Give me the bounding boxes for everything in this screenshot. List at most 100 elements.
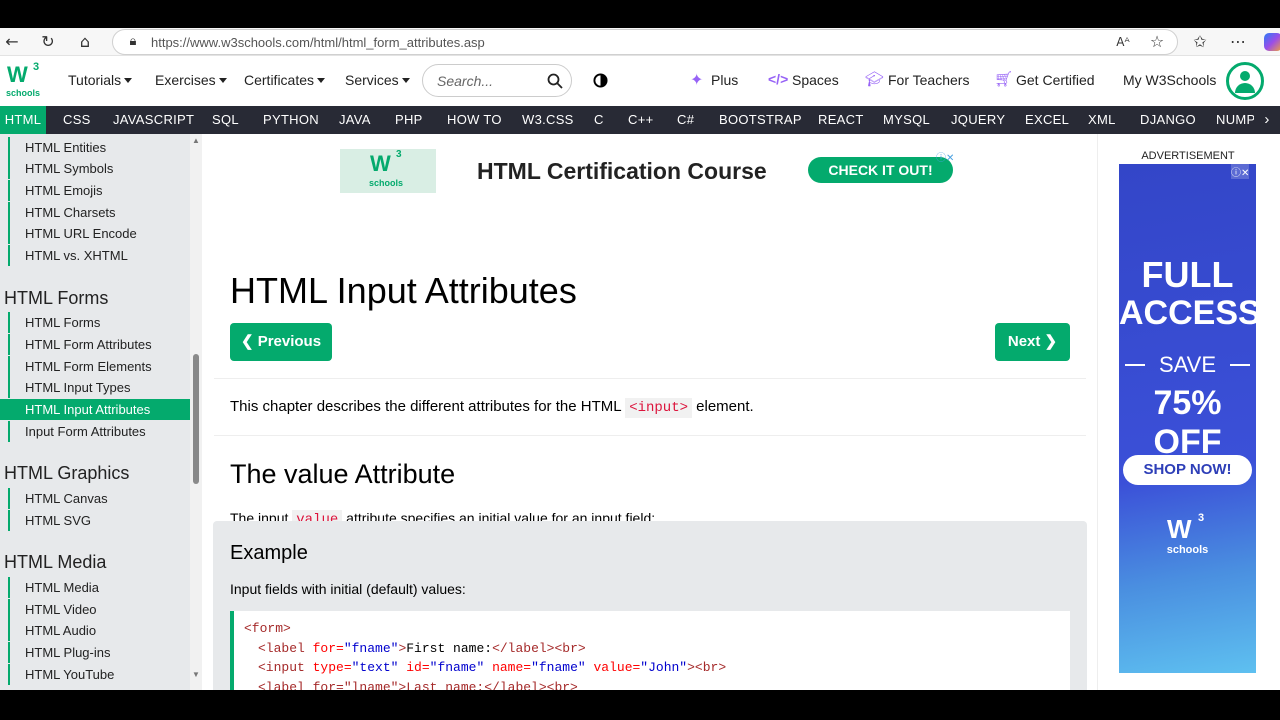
topics-menubar: HTML CSS JAVASCRIPT SQL PYTHON JAVA PHP … [0,106,1280,134]
lock-icon[interactable]: 🔒︎ [123,32,143,52]
sidebar-item-html-input-attributes[interactable]: HTML Input Attributes [0,399,190,420]
intro-text-end: element. [692,398,754,415]
sidebar-item-html-form-attributes[interactable]: HTML Form Attributes [8,334,190,355]
menubar-next-arrow-icon[interactable]: › [1254,106,1280,134]
search-icon[interactable] [547,73,563,89]
sidebar-item-html-emojis[interactable]: HTML Emojis [8,180,190,201]
topic-php[interactable]: PHP [395,106,423,134]
favorite-star-icon[interactable]: ☆ [1147,32,1167,52]
favorites-icon[interactable]: ✩ [1190,32,1210,52]
sidebar-heading-forms: HTML Forms [4,288,109,308]
certificates-menu[interactable]: Certificates [244,72,326,88]
code-line-4: <label for="lname">Last name:</label><br… [258,679,578,691]
sidebar-scroll-thumb[interactable] [193,354,199,484]
sidebar-item-html-plug-ins[interactable]: HTML Plug-ins [8,642,190,663]
topic-html[interactable]: HTML [0,106,46,134]
banner-logo: W 3 schools [340,149,436,193]
plus-link[interactable]: Plus [711,72,738,88]
sidebar-item-html-forms[interactable]: HTML Forms [8,312,190,333]
adchoices-icon[interactable]: ⓘ✕ [1231,164,1250,179]
w3schools-logo[interactable]: W 3 schools [4,61,42,100]
sidebar-item-html-symbols[interactable]: HTML Symbols [8,158,190,179]
code-form-tag: <form> [244,621,291,636]
sidebar-item-input-form-attributes[interactable]: Input Form Attributes [8,421,190,442]
tutorials-menu[interactable]: Tutorials [68,72,133,88]
sidebar-item-html-svg[interactable]: HTML SVG [8,510,190,531]
sidebar-item-html-media[interactable]: HTML Media [8,577,190,598]
topic-xml[interactable]: XML [1088,106,1116,134]
back-arrow-icon[interactable]: ← [2,32,22,52]
code-tag: </label><br> [492,640,586,656]
banner-logo-w: W [370,151,391,176]
home-icon[interactable]: ⌂ [75,32,95,52]
read-aloud-icon[interactable]: Aᴬ [1113,32,1133,52]
topic-bootstrap[interactable]: BOOTSTRAP [719,106,802,134]
search-input[interactable]: Search... [422,64,572,97]
for-teachers-link[interactable]: For Teachers [888,72,969,88]
sidebar-item-html-audio[interactable]: HTML Audio [8,620,190,641]
topic-sql[interactable]: SQL [212,106,239,134]
previous-button[interactable]: ❮ Previous [230,323,332,361]
reload-icon[interactable]: ↻ [38,32,58,52]
code-attr: value= [585,660,641,675]
topic-w3css[interactable]: W3.CSS [522,106,574,134]
spaces-link[interactable]: Spaces [792,72,839,88]
code-tag: ><br> [687,660,727,675]
full-access-ad[interactable]: ⓘ✕ FULL ACCESS SAVE 75% OFF SHOP NOW! W … [1119,164,1261,673]
code-text: First name: [406,640,493,656]
certificates-label: Certificates [244,72,315,88]
topic-c[interactable]: C [594,106,604,134]
topic-react[interactable]: REACT [818,106,864,134]
get-certified-link[interactable]: Get Certified [1016,72,1095,88]
avatar-head [1240,71,1250,81]
topic-excel[interactable]: EXCEL [1025,106,1069,134]
sidebar-item-html-video[interactable]: HTML Video [8,599,190,620]
ad-logo-w: W [1167,514,1192,544]
topic-java[interactable]: JAVA [339,106,371,134]
more-options-icon[interactable]: ⋯ [1228,32,1248,52]
adchoices-icon[interactable]: ⓘ✕ [936,149,954,164]
services-menu[interactable]: Services [345,72,410,88]
topic-mysql[interactable]: MYSQL [883,106,930,134]
caret-down-icon [218,78,227,83]
code-line-3: <input type="text" id="fname" name="fnam… [244,658,1060,678]
certification-banner-ad[interactable]: W 3 schools HTML Certification Course CH… [340,149,960,193]
code-tag: <label [258,640,313,656]
topic-django[interactable]: DJANGO [1140,106,1196,134]
topic-css[interactable]: CSS [63,106,91,134]
ad-shop-now-button[interactable]: SHOP NOW! [1123,455,1252,485]
user-avatar-icon[interactable] [1226,62,1264,100]
sidebar-item-html-charsets[interactable]: HTML Charsets [8,202,190,223]
topic-python[interactable]: PYTHON [263,106,319,134]
exercises-menu[interactable]: Exercises [155,72,227,88]
topic-jquery[interactable]: JQUERY [951,106,1005,134]
scroll-up-icon[interactable]: ▲ [192,136,200,145]
example-box: Example Input fields with initial (defau… [213,521,1087,690]
topic-how-to[interactable]: HOW TO [447,106,502,134]
my-w3schools-link[interactable]: My W3Schools [1123,72,1216,88]
topic-numpy[interactable]: NUMP [1216,106,1254,134]
sidebar-item-html-url-encode[interactable]: HTML URL Encode [8,223,190,244]
sidebar-scrollbar[interactable]: ▲ ▼ [190,134,202,690]
topic-csharp[interactable]: C# [677,106,694,134]
topic-cpp[interactable]: C++ [628,106,653,134]
sidebar-item-html-form-elements[interactable]: HTML Form Elements [8,356,190,377]
scroll-down-icon[interactable]: ▼ [192,670,200,679]
sidebar-item-html-vs-xhtml[interactable]: HTML vs. XHTML [8,245,190,266]
address-bar[interactable]: 🔒︎ https://www.w3schools.com/html/html_f… [112,29,1178,55]
sidebar-item-html-input-types[interactable]: HTML Input Types [8,377,190,398]
left-sidebar: HTML Entities HTML Symbols HTML Emojis H… [0,134,202,690]
sidebar-item-html-canvas[interactable]: HTML Canvas [8,488,190,509]
logo-w: W [7,62,28,87]
browser-toolbar: ← ↻ ⌂ 🔒︎ https://www.w3schools.com/html/… [0,28,1280,56]
next-button[interactable]: Next ❯ [995,323,1070,361]
topic-javascript[interactable]: JAVASCRIPT [113,106,194,134]
sidebar-item-html-youtube[interactable]: HTML YouTube [8,664,190,685]
caret-down-icon [124,78,133,83]
section-title: The value Attribute [230,459,456,489]
copilot-icon[interactable] [1264,33,1280,51]
dark-mode-toggle-icon[interactable] [593,73,608,88]
banner-cta-button[interactable]: CHECK IT OUT! [808,157,953,183]
sidebar-item-html-entities[interactable]: HTML Entities [8,137,190,158]
logo-sup: 3 [33,61,40,73]
